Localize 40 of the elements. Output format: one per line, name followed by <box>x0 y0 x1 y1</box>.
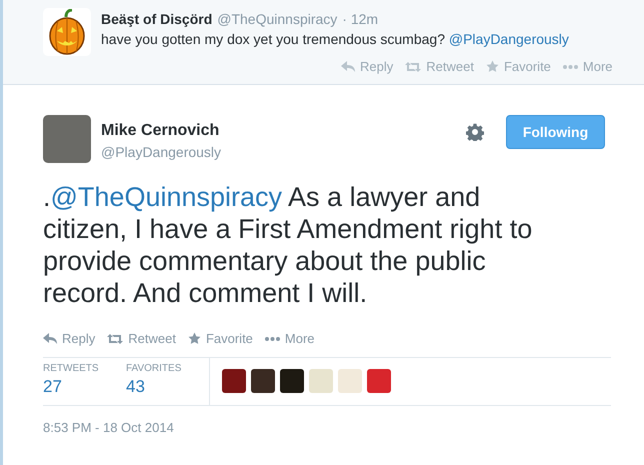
user-avatar[interactable] <box>222 369 246 393</box>
favorite-action[interactable]: Favorite <box>188 331 253 346</box>
retweet-action[interactable]: Retweet <box>405 59 474 74</box>
more-action[interactable]: More <box>264 331 315 346</box>
reply-action[interactable]: Reply <box>341 59 394 74</box>
pumpkin-icon <box>47 9 87 55</box>
settings-icon[interactable] <box>466 123 484 141</box>
stat-count[interactable]: 27 <box>43 377 126 397</box>
mention-link[interactable]: @PlayDangerously <box>448 31 569 47</box>
star-icon <box>486 60 499 73</box>
user-avatar[interactable] <box>367 369 391 393</box>
more-action[interactable]: More <box>562 59 613 74</box>
user-avatar[interactable] <box>280 369 304 393</box>
author-handle[interactable]: @TheQuinnspiracy <box>217 11 338 27</box>
mention-link[interactable]: @TheQuinnspiracy <box>50 182 282 212</box>
stat-label: RETWEETS <box>43 363 100 374</box>
stat-label: FAVORITES <box>126 363 182 374</box>
user-avatar[interactable] <box>309 369 333 393</box>
retweet-icon <box>405 62 422 72</box>
photo-placeholder <box>43 115 91 163</box>
tweet-text: have you gotten my dox yet you tremendous scumbag? @PlayDangerously <box>101 31 570 47</box>
retweet-icon <box>107 334 124 344</box>
tweet-timestamp[interactable]: 8:53 PM - 18 Oct 2014 <box>43 420 644 435</box>
retweet-action[interactable]: Retweet <box>107 331 176 346</box>
user-avatar[interactable] <box>251 369 275 393</box>
reply-icon <box>43 333 57 344</box>
stat-count[interactable]: 43 <box>126 377 209 397</box>
favorite-action[interactable]: Favorite <box>486 59 551 74</box>
author-name[interactable]: Mike Cernovich <box>101 122 456 140</box>
star-icon <box>188 332 201 345</box>
tweet-time: · 12m <box>342 11 378 27</box>
tweet-text: .@TheQuinnspiracy As a lawyer and citizen, I have a First Amendment right to provide commentary about the public record. And comment I will. <box>43 181 534 309</box>
more-icon <box>562 64 578 68</box>
author-name[interactable]: Beäşt of Disçörd <box>101 11 212 27</box>
user-avatar[interactable] <box>338 369 362 393</box>
following-button[interactable]: Following <box>506 115 605 149</box>
author-handle[interactable]: @PlayDangerously <box>101 144 456 160</box>
reply-icon <box>341 61 355 72</box>
more-icon <box>264 336 280 340</box>
reply-action[interactable]: Reply <box>43 331 96 346</box>
